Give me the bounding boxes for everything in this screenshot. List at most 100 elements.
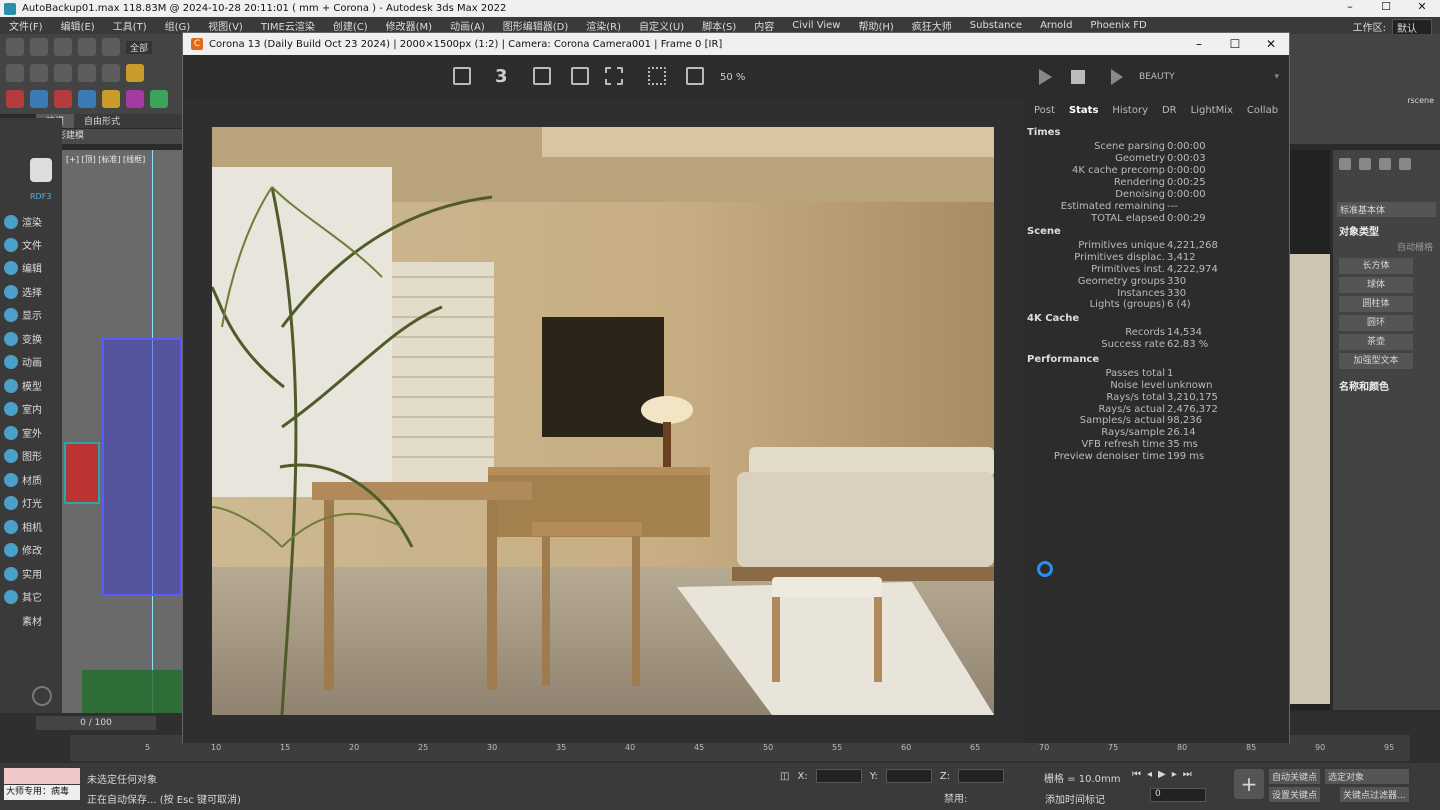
menu-civil-view[interactable]: Civil View [783, 20, 849, 31]
category-dropdown[interactable]: 标准基本体 [1337, 202, 1436, 217]
split-view-icon[interactable] [686, 67, 704, 85]
clear-icon[interactable] [571, 67, 589, 85]
tab-stats[interactable]: Stats [1062, 105, 1105, 116]
menu-customize[interactable]: 自定义(U) [630, 18, 693, 33]
vfb-close-button[interactable]: ✕ [1253, 33, 1289, 55]
render-canvas[interactable] [183, 99, 1023, 743]
hierarchy-tab-icon[interactable] [1379, 158, 1391, 170]
create-tab-icon[interactable] [1339, 158, 1351, 170]
region-render-icon[interactable] [605, 67, 623, 85]
teapot-icon[interactable] [6, 64, 24, 82]
plugin-yellow-icon[interactable] [102, 90, 120, 108]
fit-view-icon[interactable] [648, 67, 666, 85]
sidebar-item-display[interactable]: 显示 [4, 307, 42, 322]
sidebar-item-interior[interactable]: 室内 [4, 401, 42, 416]
plugin-red2-icon[interactable] [54, 90, 72, 108]
menu-substance[interactable]: Substance [961, 20, 1031, 31]
sidebar-item-camera[interactable]: 相机 [4, 519, 42, 534]
viewport-label[interactable]: [+] [顶] [标准] [线框] [66, 154, 145, 165]
plugin-blue-icon[interactable] [30, 90, 48, 108]
sidebar-item-select[interactable]: 选择 [4, 284, 42, 299]
menu-time-cloud[interactable]: TIME云渲染 [252, 18, 324, 33]
link-icon[interactable] [54, 38, 72, 56]
sidebar-item-edit[interactable]: 编辑 [4, 260, 42, 275]
unlink-icon[interactable] [78, 38, 96, 56]
y-coordinate-field[interactable] [885, 769, 932, 783]
bind-spacewarp-icon[interactable] [102, 38, 120, 56]
go-to-start-icon[interactable]: ⏮ [1132, 769, 1141, 780]
render-frame-icon[interactable] [54, 64, 72, 82]
tab-freeform[interactable]: 自由形式 [74, 114, 130, 128]
menu-graph-editors[interactable]: 图形编辑器(D) [494, 18, 578, 33]
sidebar-item-exterior[interactable]: 室外 [4, 425, 42, 440]
sidebar-item-animation[interactable]: 动画 [4, 354, 42, 369]
vfb-minimize-button[interactable]: – [1181, 33, 1217, 55]
object-type-title[interactable]: 对象类型 [1333, 217, 1440, 240]
sidebar-item-light[interactable]: 灯光 [4, 495, 42, 510]
plugin-red-icon[interactable] [6, 90, 24, 108]
menu-animation[interactable]: 动画(A) [441, 18, 494, 33]
menu-create[interactable]: 创建(C) [324, 18, 377, 33]
selected-object-dropdown[interactable]: 选定对象 [1325, 769, 1409, 784]
next-frame-icon[interactable]: ▸ [1172, 769, 1177, 780]
menu-group[interactable]: 组(G) [156, 18, 200, 33]
sidebar-item-other[interactable]: 其它 [4, 589, 42, 604]
menu-phoenix-fd[interactable]: Phoenix FD [1081, 20, 1155, 31]
sidebar-item-shape[interactable]: 图形 [4, 448, 42, 463]
tab-collab[interactable]: Collab [1240, 105, 1285, 116]
lock-icon[interactable]: ◫ [780, 771, 789, 782]
sidebar-item-render[interactable]: 渲染 [4, 214, 42, 229]
menu-help[interactable]: 帮助(H) [849, 18, 902, 33]
sidebar-item-modify[interactable]: 修改 [4, 542, 42, 557]
chevron-down-icon[interactable]: ▾ [1274, 72, 1279, 82]
x-coordinate-field[interactable] [815, 769, 862, 783]
corona-3-icon[interactable]: 3 [495, 67, 508, 87]
tab-history[interactable]: History [1105, 105, 1155, 116]
menu-views[interactable]: 视图(V) [199, 18, 252, 33]
key-filters-button[interactable]: 关键点过滤器... [1340, 787, 1409, 802]
vfb-maximize-button[interactable]: ☐ [1217, 33, 1253, 55]
motion-tab-icon[interactable] [1399, 158, 1411, 170]
plugin-purple-icon[interactable] [126, 90, 144, 108]
sidebar-item-model[interactable]: 模型 [4, 378, 42, 393]
channel-dropdown[interactable]: BEAUTY [1139, 72, 1175, 82]
save-icon[interactable] [453, 67, 471, 85]
time-slider[interactable]: 0 / 100 [36, 716, 156, 730]
zoom-dropdown[interactable]: 50 % [720, 72, 745, 83]
teapot-button[interactable]: 茶壶 [1339, 334, 1413, 350]
menu-tools[interactable]: 工具(T) [104, 18, 156, 33]
set-key-big-button[interactable]: + [1234, 769, 1264, 799]
undo-icon[interactable] [6, 38, 24, 56]
viewport-top[interactable]: [+] [顶] [标准] [线框] [62, 150, 182, 713]
z-coordinate-field[interactable] [958, 769, 1005, 783]
plugin-green-icon[interactable] [150, 90, 168, 108]
sphere-button[interactable]: 球体 [1339, 277, 1413, 293]
selection-filter-dropdown[interactable]: 全部 [126, 40, 153, 54]
resume-render-icon[interactable] [1111, 69, 1123, 85]
menu-scripting[interactable]: 脚本(S) [693, 18, 745, 33]
render-setup-icon[interactable] [30, 64, 48, 82]
tab-dr[interactable]: DR [1155, 105, 1184, 116]
previous-frame-icon[interactable]: ◂ [1147, 769, 1152, 780]
modify-tab-icon[interactable] [1359, 158, 1371, 170]
copy-icon[interactable] [533, 67, 551, 85]
auto-key-button[interactable]: 自动关键点 [1269, 769, 1321, 784]
material-editor-icon[interactable] [102, 64, 120, 82]
go-to-end-icon[interactable]: ⏭ [1183, 769, 1192, 780]
maxscript-listener[interactable] [4, 768, 80, 784]
box-button[interactable]: 长方体 [1339, 258, 1413, 274]
start-render-icon[interactable] [1039, 69, 1052, 85]
plugin-blue2-icon[interactable] [78, 90, 96, 108]
settings-gear-icon[interactable] [32, 686, 52, 706]
add-time-tag[interactable]: 添加时间标记 [1045, 791, 1105, 806]
autogrid-checkbox[interactable]: 自动栅格 [1333, 240, 1440, 255]
menu-edit[interactable]: 编辑(E) [52, 18, 104, 33]
sidebar-item-file[interactable]: 文件 [4, 237, 42, 252]
set-key-button[interactable]: 设置关键点 [1269, 787, 1321, 802]
layer-manager-icon[interactable] [78, 64, 96, 82]
tab-post[interactable]: Post [1027, 105, 1062, 116]
menu-modifiers[interactable]: 修改器(M) [377, 18, 441, 33]
torus-button[interactable]: 圆环 [1339, 315, 1413, 331]
textplus-button[interactable]: 加强型文本 [1339, 353, 1413, 369]
current-frame-field[interactable]: 0 [1150, 788, 1206, 802]
